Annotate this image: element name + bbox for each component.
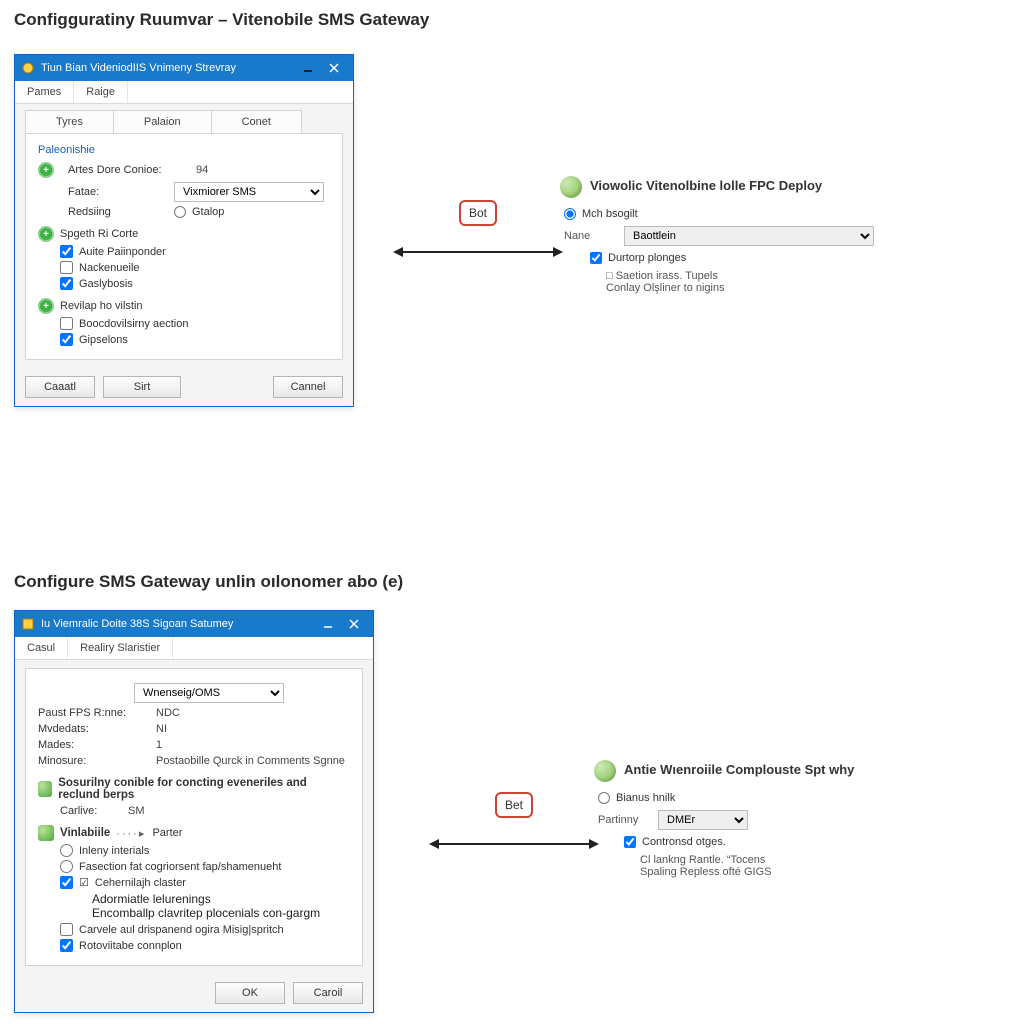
tab-pames[interactable]: Pames (15, 81, 74, 103)
chk-cehernilajh[interactable]: ☑ Cehernilajh claster (60, 876, 350, 889)
f2v: NI (156, 723, 167, 735)
app-icon-2 (21, 617, 35, 631)
config-window-1: Tiun Bian VideniodIIS Vnimeny Strevray P… (14, 54, 354, 407)
none-select[interactable]: Baottlein (624, 226, 874, 246)
redsing-radio[interactable]: Gtalop (174, 206, 224, 218)
artes-value: 94 (196, 164, 208, 176)
window1-title: Tiun Bian VideniodIIS Vnimeny Strevray (41, 62, 236, 74)
button-bar-1: Caaatl Sirt Cannel (15, 368, 353, 406)
cancel-button-right-1[interactable]: Cannel (273, 376, 343, 398)
arrow-connector-1: Bot (378, 200, 578, 260)
carlive-label: Carlive: (60, 805, 120, 817)
redsing-label: Redsiing (68, 206, 166, 218)
bot-label-1: Bot (459, 200, 497, 226)
button-bar-2: OK Caroil (15, 974, 373, 1012)
bet-label-2: Bet (495, 792, 533, 818)
f4v: Postaobille Qurck in Comments Sgnne (156, 755, 345, 767)
cancel-button-2[interactable]: Caroil (293, 982, 363, 1004)
section-revilap: Revilap ho vilstin (60, 300, 143, 312)
cancel-button-left-1[interactable]: Caaatl (25, 376, 95, 398)
f2l: Mvdedats: (38, 723, 148, 735)
section-spgeth: Spgeth Ri Corte (60, 228, 138, 240)
group-title-1: Paleonishie (38, 144, 330, 156)
sub-tabs-1: Tyres Palaion Conet (15, 104, 353, 133)
titlebar-2[interactable]: Iu Viemralic Doite 38S Sigoan Satumey (15, 611, 373, 637)
minimize-button-1[interactable] (295, 55, 321, 81)
f1l: Paust FPS R:nne: (38, 707, 148, 719)
panel-2: Wnenseig/OMS Paust FPS R:nne: NDC Mvdedat… (25, 668, 363, 966)
sub-saetion: □ Saetion irass. Tupels (606, 270, 900, 282)
close-button-1[interactable] (321, 55, 347, 81)
chk-auite[interactable]: Auite Paiinponder (60, 245, 330, 258)
sub-spaling: Spaling Repless ofté GIGS (640, 866, 924, 878)
set-button-1[interactable]: Sirt (103, 376, 181, 398)
subtab-types[interactable]: Tyres (25, 110, 114, 133)
window2-title: Iu Viemralic Doite 38S Sigoan Satumey (41, 618, 233, 630)
f4l: Minosure: (38, 755, 148, 767)
plus-icon-2 (38, 226, 54, 242)
close-button-2[interactable] (341, 611, 367, 637)
chk-gaslybosis[interactable]: Gaslybosis (60, 277, 330, 290)
chk-carvele[interactable]: Carvele aul drispanend ogira Misig|sprit… (60, 923, 350, 936)
primary-tabs-2: Casul Realiry Slaristier (15, 637, 373, 660)
deploy-icon-1 (560, 176, 582, 198)
sub-lankng: Cl lankng Rantle. “Tocens (640, 854, 924, 866)
tab-realiry[interactable]: Realiry Slaristier (68, 637, 173, 659)
deploy-panel-1: Viowolic Vitenolbine lolle FPC Deploy Mc… (560, 176, 900, 294)
plus-icon-1 (38, 162, 54, 178)
plus-icon-3 (38, 298, 54, 314)
primary-tabs-1: Pames Raige (15, 81, 353, 104)
chk-gipselons[interactable]: Gipselons (60, 333, 330, 346)
ok-button-2[interactable]: OK (215, 982, 285, 1004)
subtab-conet[interactable]: Conet (211, 110, 302, 133)
radio-inleny[interactable]: Inleny interials (60, 844, 350, 857)
carlive-value: SM (128, 805, 145, 817)
page-title-top: Configguratiny Ruumvar – Vitenobile SMS … (14, 10, 429, 30)
arrow-connector-2: Bet (414, 792, 614, 852)
deploy-icon-2 (594, 760, 616, 782)
radio-mch[interactable]: Mch bsogilt (564, 208, 638, 220)
deploy-panel-2: Antie Wıenroiile Complouste Spt why Bian… (594, 760, 924, 878)
paner-right: Parter (152, 827, 182, 839)
titlebar-1[interactable]: Tiun Bian VideniodIIS Vnimeny Strevray (15, 55, 353, 81)
fatae-label: Fatae: (68, 186, 166, 198)
chk-rotoviitabe[interactable]: Rotoviitabe connplon (60, 939, 350, 952)
partinny-select[interactable]: DMEr (658, 810, 748, 830)
tab-casul[interactable]: Casul (15, 637, 68, 659)
deploy-heading-2: Antie Wıenroiile Complouste Spt why (624, 762, 854, 777)
sub-encomballp: Encomballp clavritep plocenials con-garg… (92, 906, 350, 920)
none-label: Nane (564, 230, 616, 242)
sec-conible-head: Sosurilny conible for concting evenerile… (58, 777, 350, 801)
radio-fasection[interactable]: Fasection fat cogriorsent fap/shamenueht (60, 860, 350, 873)
tab-raige[interactable]: Raige (74, 81, 128, 103)
fatae-select[interactable]: Vixmiorer SMS (174, 182, 324, 202)
deploy-heading-1: Viowolic Vitenolbine lolle FPC Deploy (590, 178, 822, 193)
top-combo-2[interactable]: Wnenseig/OMS (134, 683, 284, 703)
app-icon (21, 61, 35, 75)
config-window-2: Iu Viemralic Doite 38S Sigoan Satumey Ca… (14, 610, 374, 1013)
page-title-bottom: Configure SMS Gateway unlin oılonomer ab… (14, 572, 403, 592)
f1v: NDC (156, 707, 180, 719)
radio-bianus[interactable]: Bianus hnilk (598, 792, 675, 804)
subtab-palaion[interactable]: Palaion (113, 110, 212, 133)
paner-left: Vinlabiile (60, 827, 110, 839)
minimize-button-2[interactable] (315, 611, 341, 637)
sec-icon-b (38, 825, 54, 841)
sub-conlay: Conlay Olşliner to nigins (606, 282, 900, 294)
chk-nackenueile[interactable]: Nackenueile (60, 261, 330, 274)
panel-1: Paleonishie Artes Dore Conioe: 94 Fatae:… (25, 133, 343, 360)
sub-adormiatle: Adormiatle lelurenings (92, 892, 350, 906)
chk-durtorp[interactable]: Durtorp plonges (590, 252, 686, 264)
chk-contronsd[interactable]: Contronsd otges. (624, 836, 726, 848)
artes-label: Artes Dore Conioe: (68, 164, 188, 176)
sec-icon-a (38, 781, 52, 797)
f3v: 1 (156, 739, 162, 751)
partinny-label: Partinny (598, 814, 650, 826)
f3l: Mades: (38, 739, 148, 751)
chk-boocdo[interactable]: Boocdovilsirny aection (60, 317, 330, 330)
